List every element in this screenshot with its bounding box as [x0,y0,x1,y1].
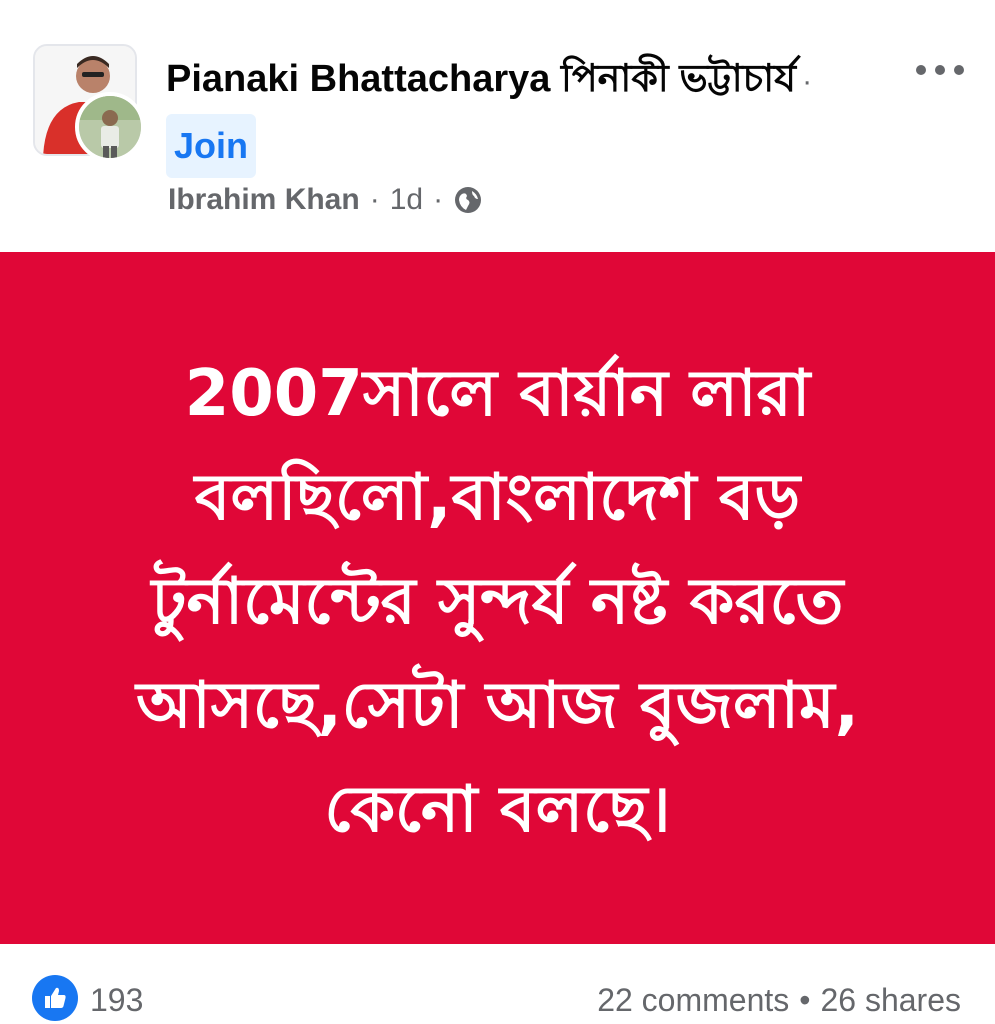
join-button[interactable]: Join [166,113,257,178]
post-header: Pianaki Bhattacharya পিনাকী ভট্টাচার্য ·J… [0,0,995,252]
comments-count[interactable]: 22 comments [597,978,789,1022]
engagement-bullet: • [799,982,811,1018]
shares-count[interactable]: 26 shares [820,978,961,1022]
engagement-summary: 22 comments • 26 shares [597,978,961,1022]
group-name-text[interactable]: Pianaki Bhattacharya পিনাকী ভট্টাচার্য [166,58,796,100]
user-avatar[interactable] [75,92,145,162]
globe-icon [453,185,483,215]
thumbs-up-icon [45,987,66,1008]
group-name[interactable]: Pianaki Bhattacharya পিনাকী ভট্টাচার্য · J… [166,48,866,178]
post-time[interactable]: 1d [390,183,423,217]
like-icon[interactable] [32,975,78,1021]
name-separator: · [802,65,813,98]
more-dot [916,65,926,75]
author-name[interactable]: Ibrahim Khan [168,183,360,217]
meta-separator: · [369,183,380,216]
avatar-group[interactable] [33,44,145,162]
post-meta: Ibrahim Khan · 1d · [168,180,483,220]
more-options-icon[interactable] [916,60,964,80]
post-content-card[interactable]: 2007সালে বার্য়ান লারা বলছিলো,বাংলাদেশ ব… [0,252,995,944]
meta-separator: · [433,183,444,216]
like-count[interactable]: 193 [90,978,143,1022]
post-text: 2007সালে বার্য়ান লারা বলছিলো,বাংলাদেশ ব… [136,357,859,847]
more-dot [935,65,945,75]
user-avatar-image [79,96,141,158]
more-dot [954,65,964,75]
